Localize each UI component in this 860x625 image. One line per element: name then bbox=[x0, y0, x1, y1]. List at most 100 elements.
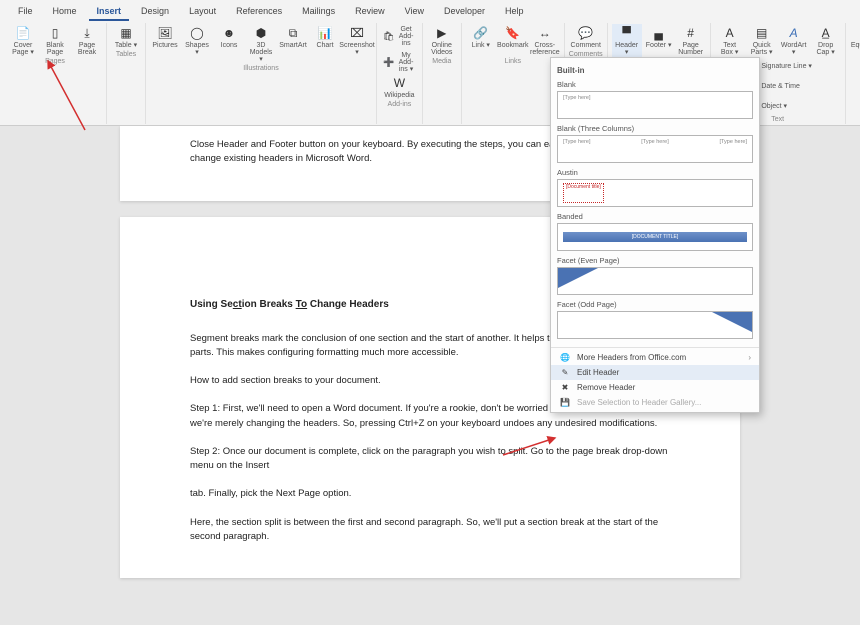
screenshot-button[interactable]: ⌧Screenshot ▾ bbox=[342, 24, 372, 64]
group-addins: 🛍Get Add-ins ➕My Add-ins ▾ WWikipedia Ad… bbox=[377, 23, 423, 124]
icons-icon: ☻ bbox=[221, 25, 237, 41]
group-tables: ▦Table ▾ Tables bbox=[107, 23, 146, 124]
chart-button[interactable]: 📊Chart bbox=[310, 24, 340, 64]
chevron-right-icon: › bbox=[748, 353, 751, 362]
equation-icon: π bbox=[857, 25, 860, 41]
page-break-icon: ⤓ bbox=[79, 25, 95, 41]
tab-layout[interactable]: Layout bbox=[181, 3, 224, 21]
gallery-item-banded[interactable]: [DOCUMENT TITLE] bbox=[557, 223, 753, 251]
table-button[interactable]: ▦Table ▾ bbox=[111, 24, 141, 50]
link-button[interactable]: 🔗Link ▾ bbox=[466, 24, 496, 57]
gallery-item-blank[interactable]: [Type here] bbox=[557, 91, 753, 119]
group-label-text: Text bbox=[771, 116, 784, 123]
tab-insert[interactable]: Insert bbox=[89, 3, 130, 21]
ribbon-tabs: File Home Insert Design Layout Reference… bbox=[0, 0, 860, 21]
pagenum-icon: # bbox=[683, 25, 699, 41]
crossref-icon: ↔ bbox=[537, 25, 553, 41]
quickparts-icon: ▤ bbox=[754, 25, 770, 41]
edit-icon: ✎ bbox=[559, 368, 571, 377]
drop-cap-button[interactable]: A̲Drop Cap ▾ bbox=[811, 24, 841, 57]
blank-page-icon: ▯ bbox=[47, 25, 63, 41]
tab-mailings[interactable]: Mailings bbox=[294, 3, 343, 21]
bookmark-icon: 🔖 bbox=[505, 25, 521, 41]
cross-reference-button[interactable]: ↔Cross-reference bbox=[530, 24, 560, 57]
tab-help[interactable]: Help bbox=[497, 3, 532, 21]
dropcap-icon: A̲ bbox=[818, 25, 834, 41]
tab-review[interactable]: Review bbox=[347, 3, 393, 21]
gallery-item-facet-odd[interactable] bbox=[557, 311, 753, 339]
text-box-button[interactable]: AText Box ▾ bbox=[715, 24, 745, 57]
wordart-button[interactable]: AWordArt ▾ bbox=[779, 24, 809, 57]
pictures-button[interactable]: 🖼Pictures bbox=[150, 24, 180, 64]
doc-text: Here, the section split is between the f… bbox=[190, 516, 670, 545]
blank-page-button[interactable]: ▯Blank Page bbox=[40, 24, 70, 57]
gallery-item-facet-even[interactable] bbox=[557, 267, 753, 295]
gallery-label-facet-odd: Facet (Odd Page) bbox=[557, 300, 753, 309]
smartart-icon: ⧉ bbox=[285, 25, 301, 41]
group-label-media: Media bbox=[432, 58, 451, 65]
tab-design[interactable]: Design bbox=[133, 3, 177, 21]
gallery-label-austin: Austin bbox=[557, 168, 753, 177]
bookmark-button[interactable]: 🔖Bookmark bbox=[498, 24, 528, 57]
remove-header-action[interactable]: ✖ Remove Header bbox=[551, 380, 759, 395]
quick-parts-button[interactable]: ▤Quick Parts ▾ bbox=[747, 24, 777, 57]
link-icon: 🔗 bbox=[473, 25, 489, 41]
action-label: Save Selection to Header Gallery... bbox=[577, 398, 701, 407]
addins-icon: ➕ bbox=[383, 54, 394, 70]
save-selection-action: 💾 Save Selection to Header Gallery... bbox=[551, 395, 759, 410]
group-label-addins: Add-ins bbox=[388, 101, 412, 108]
gallery-label-facet-even: Facet (Even Page) bbox=[557, 256, 753, 265]
chart-icon: 📊 bbox=[317, 25, 333, 41]
doc-text: Step 2: Once our document is complete, c… bbox=[190, 445, 670, 474]
edit-header-action[interactable]: ✎ Edit Header bbox=[551, 365, 759, 380]
group-pages: 📄Cover Page ▾ ▯Blank Page ⤓Page Break Pa… bbox=[4, 23, 107, 124]
gallery-label-blank: Blank bbox=[557, 80, 753, 89]
comment-button[interactable]: 💬Comment bbox=[571, 24, 601, 50]
smartart-button[interactable]: ⧉SmartArt bbox=[278, 24, 308, 64]
group-label-links: Links bbox=[505, 58, 521, 65]
shapes-icon: ◯ bbox=[189, 25, 205, 41]
footer-icon: ▄ bbox=[651, 25, 667, 41]
online-videos-button[interactable]: ▶Online Videos bbox=[427, 24, 457, 57]
textbox-icon: A bbox=[722, 25, 738, 41]
table-icon: ▦ bbox=[118, 25, 134, 41]
store-icon: 🛍 bbox=[383, 28, 394, 44]
my-addins-button[interactable]: ➕My Add-ins ▾ bbox=[381, 50, 418, 74]
group-label-pages: Pages bbox=[45, 58, 65, 65]
equation-button[interactable]: πEquation ▾ bbox=[850, 24, 860, 57]
get-addins-button[interactable]: 🛍Get Add-ins bbox=[381, 24, 418, 48]
group-media: ▶Online Videos Media bbox=[423, 23, 462, 124]
globe-icon: 🌐 bbox=[559, 353, 571, 362]
cover-page-icon: 📄 bbox=[15, 25, 31, 41]
more-headers-action[interactable]: 🌐 More Headers from Office.com › bbox=[551, 350, 759, 365]
group-label-tables: Tables bbox=[116, 51, 136, 58]
gallery-item-austin[interactable]: [Document title] bbox=[557, 179, 753, 207]
tab-references[interactable]: References bbox=[228, 3, 290, 21]
icons-button[interactable]: ☻Icons bbox=[214, 24, 244, 64]
remove-icon: ✖ bbox=[559, 383, 571, 392]
gallery-section-builtin: Built-in bbox=[557, 66, 753, 75]
comment-icon: 💬 bbox=[578, 25, 594, 41]
shapes-button[interactable]: ◯Shapes ▾ bbox=[182, 24, 212, 64]
3d-models-button[interactable]: ⬢3D Models ▾ bbox=[246, 24, 276, 64]
page-break-button[interactable]: ⤓Page Break bbox=[72, 24, 102, 57]
cover-page-button[interactable]: 📄Cover Page ▾ bbox=[8, 24, 38, 57]
tab-home[interactable]: Home bbox=[45, 3, 85, 21]
wordart-icon: A bbox=[786, 25, 802, 41]
action-label: More Headers from Office.com bbox=[577, 353, 686, 362]
video-icon: ▶ bbox=[434, 25, 450, 41]
tab-file[interactable]: File bbox=[10, 3, 41, 21]
tab-developer[interactable]: Developer bbox=[436, 3, 493, 21]
tab-view[interactable]: View bbox=[397, 3, 432, 21]
doc-text: Close Header and Footer button on your k… bbox=[190, 139, 568, 150]
wikipedia-button[interactable]: WWikipedia bbox=[384, 74, 414, 100]
header-gallery-dropdown: Built-in Blank [Type here] Blank (Three … bbox=[550, 57, 760, 413]
group-label-illustrations: Illustrations bbox=[243, 65, 278, 72]
save-icon: 💾 bbox=[559, 398, 571, 407]
group-illustrations: 🖼Pictures ◯Shapes ▾ ☻Icons ⬢3D Models ▾ … bbox=[146, 23, 377, 124]
gallery-item-blank-three[interactable]: [Type here][Type here][Type here] bbox=[557, 135, 753, 163]
action-label: Edit Header bbox=[577, 368, 619, 377]
models-icon: ⬢ bbox=[253, 25, 269, 41]
group-symbols: πEquation ▾ ΩSymbol ▾ Symbols bbox=[846, 23, 860, 124]
doc-text: change existing headers in Microsoft Wor… bbox=[190, 153, 372, 164]
